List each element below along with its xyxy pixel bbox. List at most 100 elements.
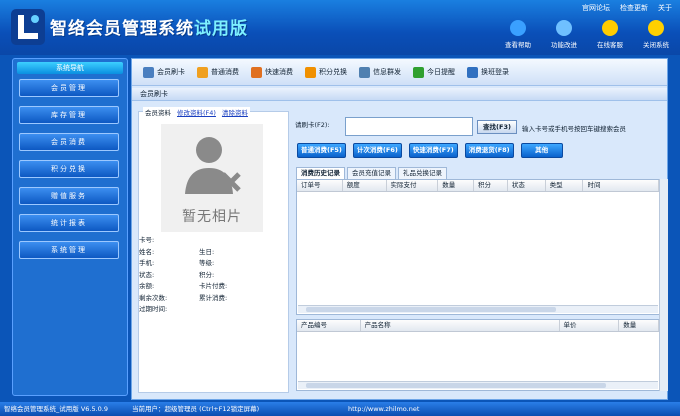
top-icon-1-icon: [556, 20, 572, 36]
column-header[interactable]: 数量: [619, 320, 659, 331]
column-header[interactable]: 类型: [546, 180, 584, 191]
action-button-0[interactable]: 普通消费(F5): [297, 143, 346, 158]
sidebar: 系统导航 会员管理库存管理会员消费积分兑换赠值服务统计报表系统管理: [12, 58, 128, 396]
column-header[interactable]: 数量: [438, 180, 475, 191]
top-icon-button-3[interactable]: 关闭系统: [636, 20, 676, 49]
member-field-row: 状态: 积分:: [139, 269, 290, 281]
top-icon-label: 查看帮助: [505, 41, 531, 49]
member-field-label: 卡号:: [139, 236, 155, 244]
sidebar-item-3[interactable]: 积分兑换: [19, 160, 119, 178]
horizontal-scrollbar[interactable]: [298, 381, 658, 389]
top-icon-label: 功能改进: [551, 41, 577, 49]
column-header[interactable]: 额度: [343, 180, 387, 191]
member-field-label: [199, 234, 279, 246]
sidebar-item-1[interactable]: 库存管理: [19, 106, 119, 124]
top-icon-0-icon: [510, 20, 526, 36]
main-panel: 会员刷卡 普通消费 快速消费 积分兑换 信息群发 今日提醒 换班登录 会员刷卡 会员资料 修改…: [131, 58, 668, 400]
sidebar-item-5[interactable]: 统计报表: [19, 214, 119, 232]
toolbar-button-0[interactable]: 会员刷卡: [140, 66, 188, 78]
toolbar-label: 快速消费: [265, 68, 293, 76]
toolbar-6-icon: [467, 66, 478, 78]
toolbar: 会员刷卡 普通消费 快速消费 积分兑换 信息群发 今日提醒 换班登录: [132, 59, 667, 86]
member-field-row: 姓名: 生日:: [139, 246, 290, 258]
tab-1[interactable]: 会员充值记录: [347, 167, 396, 179]
toolbar-button-3[interactable]: 积分兑换: [302, 66, 350, 78]
top-icon-label: 在线客服: [597, 41, 623, 49]
edit-member-link[interactable]: 修改资料(F4): [177, 109, 216, 117]
top-link-2[interactable]: 关于: [658, 3, 672, 13]
action-button-2[interactable]: 快速消费(F7): [408, 143, 458, 158]
member-field-label: 等级:: [199, 259, 215, 267]
card-label: 请刷卡(F2):: [295, 121, 330, 129]
sidebar-item-4[interactable]: 赠值服务: [19, 187, 119, 205]
toolbar-0-icon: [143, 66, 154, 78]
product-grid[interactable]: 产品编号 产品名称 单价 数量: [296, 319, 660, 391]
member-field-label: 生日:: [199, 247, 215, 256]
no-photo-icon: [185, 137, 241, 194]
top-icons: 查看帮助 功能改进 在线客服 关闭系统: [498, 20, 676, 49]
toolbar-label: 积分兑换: [319, 68, 347, 76]
top-icon-button-1[interactable]: 功能改进: [544, 20, 584, 49]
member-field-label: 剩余次数:: [139, 293, 168, 302]
sidebar-item-6[interactable]: 系统管理: [19, 241, 119, 259]
action-buttons: 普通消费(F5) 计次消费(F6) 快速消费(F7) 消费退货(F8) 其他: [297, 143, 563, 158]
column-header[interactable]: 实际支付: [387, 180, 439, 191]
column-header[interactable]: 积分: [474, 180, 508, 191]
top-icon-button-2[interactable]: 在线客服: [590, 20, 630, 49]
action-button-1[interactable]: 计次消费(F6): [352, 143, 402, 158]
top-link-0[interactable]: 官网论坛: [582, 3, 610, 13]
top-link-1[interactable]: 检查更新: [620, 3, 648, 13]
app-title: 智络会员管理系统试用版: [50, 19, 248, 39]
top-icon-label: 关闭系统: [643, 41, 669, 49]
column-header[interactable]: 单价: [560, 320, 620, 331]
status-url[interactable]: http://www.zhilmo.net: [348, 402, 419, 416]
toolbar-3-icon: [305, 66, 316, 78]
logo-icon: [11, 9, 45, 45]
column-header[interactable]: 产品编号: [297, 320, 361, 331]
member-panel: 会员资料 修改资料(F4) 清除资料 暂无相片 卡号: 姓名: 生日: 手机: 等级: 状态:…: [138, 107, 290, 393]
status-product: 智络会员管理系统_试用版 V6.5.0.9: [4, 405, 109, 413]
search-button[interactable]: 查找(F3): [477, 120, 517, 134]
toolbar-5-icon: [413, 66, 424, 78]
tab-0[interactable]: 消费历史记录: [296, 167, 345, 179]
toolbar-2-icon: [251, 66, 262, 78]
action-button-3[interactable]: 消费退货(F8): [464, 143, 514, 158]
toolbar-button-2[interactable]: 快速消费: [248, 66, 296, 78]
member-field-label: 手机:: [139, 259, 155, 267]
action-button-4[interactable]: 其他: [520, 143, 563, 158]
column-header[interactable]: 状态: [508, 180, 546, 191]
vertical-scrollbar[interactable]: [659, 179, 668, 391]
no-photo-caption: 暂无相片: [182, 209, 242, 225]
member-field-row: 余额: 卡片付费:: [139, 280, 290, 292]
toolbar-button-4[interactable]: 信息群发: [356, 66, 404, 78]
column-header[interactable]: 时间: [583, 180, 660, 191]
tab-2[interactable]: 礼品兑换记录: [398, 167, 447, 179]
member-field-row: 剩余次数: 累计消费:: [139, 292, 290, 304]
horizontal-scrollbar[interactable]: [298, 305, 658, 313]
member-field-label: 累计消费:: [199, 293, 228, 302]
sidebar-item-0[interactable]: 会员管理: [19, 79, 119, 97]
history-grid[interactable]: 订单号 额度 实际支付 数量 积分 状态 类型 时间: [296, 179, 660, 315]
card-input[interactable]: [345, 117, 473, 136]
member-photo: 暂无相片: [161, 124, 263, 232]
member-field-label: 姓名:: [139, 247, 155, 256]
top-icon-2-icon: [602, 20, 618, 36]
top-icon-button-0[interactable]: 查看帮助: [498, 20, 538, 49]
column-header[interactable]: 产品名称: [361, 320, 560, 331]
section-title: 会员刷卡: [132, 88, 667, 101]
toolbar-label: 普通消费: [211, 68, 239, 76]
member-field-label: 卡片付费:: [199, 282, 228, 290]
member-tab-label: 会员资料: [145, 109, 171, 117]
member-field-label: [199, 303, 279, 315]
toolbar-button-1[interactable]: 普通消费: [194, 66, 242, 78]
member-field-row: 过期时间:: [139, 303, 290, 315]
toolbar-label: 今日提醒: [427, 68, 455, 76]
toolbar-label: 换班登录: [481, 68, 509, 76]
column-header[interactable]: 订单号: [297, 180, 343, 191]
toolbar-button-6[interactable]: 换班登录: [464, 66, 512, 78]
toolbar-button-5[interactable]: 今日提醒: [410, 66, 458, 78]
clear-member-link[interactable]: 清除资料: [222, 109, 248, 117]
sidebar-item-2[interactable]: 会员消费: [19, 133, 119, 151]
toolbar-1-icon: [197, 66, 208, 78]
sidebar-heading: 系统导航: [17, 62, 123, 74]
